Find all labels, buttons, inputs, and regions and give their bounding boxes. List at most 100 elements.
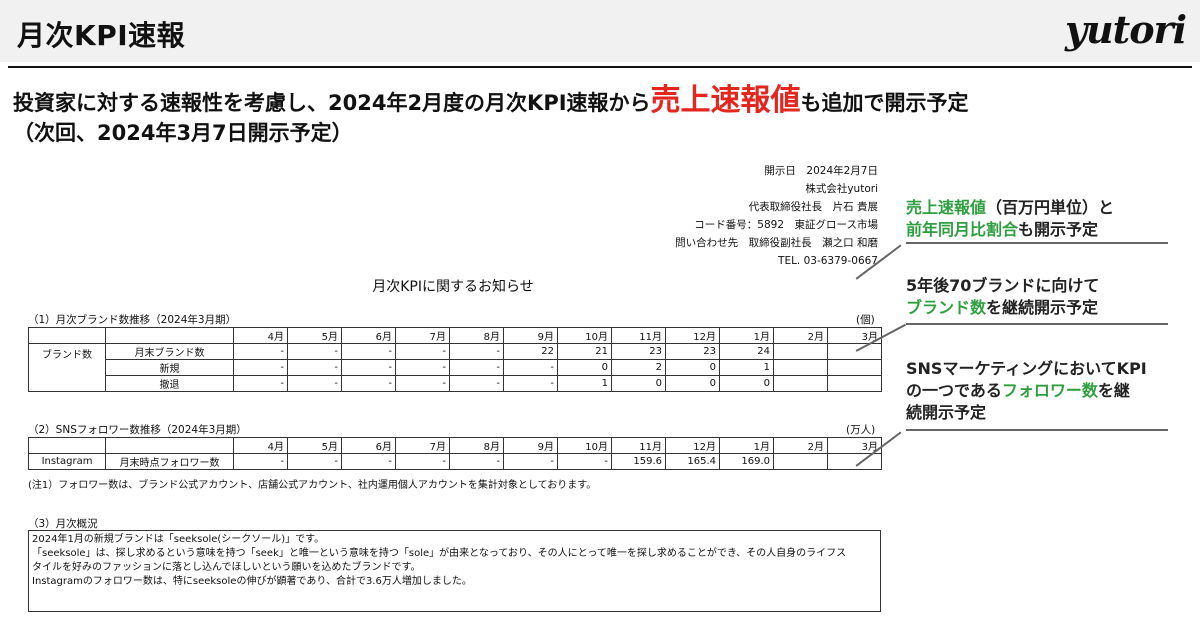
month-header: 6月 [341,327,396,344]
callout-text: SNSマーケティングにおいてKPI [906,359,1147,378]
callout-highlight: フォロワー数 [1001,381,1098,400]
value-cell: - [233,375,288,392]
value-cell: - [557,453,612,470]
brand-group-label: ブランド数 [28,343,106,392]
brand-header-row: 4月 5月 6月 7月 8月 9月 10月 11月 12月 1月 2月 3月 [28,327,882,344]
month-header: 1月 [719,437,774,454]
overview-line: Instagramのフォロワー数は、特にseeksoleの伸びが顕著であり、合計… [32,576,472,587]
value-cell: 1 [719,359,774,376]
header-divider [8,66,1192,68]
value-cell: 0 [665,359,720,376]
value-cell: - [449,359,504,376]
callout-divider [906,429,1168,431]
page-title: 月次KPI速報 [17,19,186,52]
value-cell: - [287,453,342,470]
value-cell [827,359,882,376]
row-label: 撤退 [105,375,234,392]
month-header: 1月 [719,327,774,344]
value-cell: - [449,453,504,470]
value-cell: - [233,343,288,360]
month-header: 11月 [611,327,666,344]
overview-box: 2024年1月の新規ブランドは「seeksole(シークソール)」です。 「se… [28,530,881,612]
table-row: 撤退 - - - - - - 1 0 0 0 [29,375,882,392]
value-cell: 2 [611,359,666,376]
headline-part1: 投資家に対する速報性を考慮し、2024年2月度の月次KPI速報から [13,91,651,115]
kpi-document: 開示日 2024年2月7日 株式会社yutori 代表取締役社長 片石 貴展 コ… [18,150,888,620]
brand-section-label: （1）月次ブランド数推移（2024年3月期） [28,314,237,326]
month-header: 5月 [287,327,342,344]
value-cell: - [395,343,450,360]
value-cell: 23 [665,343,720,360]
value-cell: 0 [719,375,774,392]
month-header: 5月 [287,437,342,454]
callout-text: を継続開示予定 [986,298,1099,317]
month-header: 4月 [233,327,288,344]
value-cell [827,453,882,470]
value-cell: 0 [611,375,666,392]
value-cell: - [341,375,396,392]
month-header: 12月 [665,327,720,344]
sns-header-row: 4月 5月 6月 7月 8月 9月 10月 11月 12月 1月 2月 3月 [28,437,882,454]
value-cell: 21 [557,343,612,360]
blank-cell [28,327,106,344]
headline: 投資家に対する速報性を考慮し、2024年2月度の月次KPI速報から売上速報値も追… [13,86,1193,118]
callout-text: を継 [1097,381,1130,400]
value-cell: 1 [557,375,612,392]
headline-highlight: 売上速報値 [650,83,801,118]
overview-section-label: （3）月次概況 [28,518,98,530]
value-cell: - [449,375,504,392]
month-header: 9月 [503,327,558,344]
info-line: 代表取締役社長 片石 貴展 [748,201,878,213]
value-cell: - [503,359,558,376]
value-cell: - [395,453,450,470]
value-cell: - [287,359,342,376]
month-header: 11月 [611,437,666,454]
callout-text: 続開示予定 [906,403,987,422]
month-header: 12月 [665,437,720,454]
table-row: Instagram 月末時点フォロワー数 - - - - - - - 159.6… [28,453,882,470]
info-line: 開示日 2024年2月7日 [764,165,878,177]
blank-cell [105,437,234,454]
callout-sales: 売上速報値（百万円単位）と 前年同月比割合も開示予定 [906,197,1114,241]
sns-follower-table: 4月 5月 6月 7月 8月 9月 10月 11月 12月 1月 2月 3月 I… [28,437,882,470]
value-cell: 159.6 [611,453,666,470]
value-cell: 24 [719,343,774,360]
month-header: 10月 [557,437,612,454]
value-cell [773,453,828,470]
blank-cell [105,327,234,344]
value-cell: - [233,453,288,470]
month-header: 4月 [233,437,288,454]
headline-part2: も追加で開示予定 [800,91,969,115]
info-line: 問い合わせ先 取締役副社長 瀬之口 和磨 [675,237,878,249]
callout-text: も開示予定 [1018,220,1099,239]
disclosure-info: 開示日 2024年2月7日 株式会社yutori 代表取締役社長 片石 貴展 コ… [675,162,878,270]
callout-divider [906,242,1168,244]
value-cell: - [395,359,450,376]
callout-text: （百万円単位）と [986,198,1115,217]
table-row: 新規 - - - - - - 0 2 0 1 [29,359,882,376]
value-cell: - [341,359,396,376]
value-cell: - [395,375,450,392]
month-header: 8月 [449,327,504,344]
headline-line2: （次回、2024年3月7日開示予定） [13,121,353,145]
value-cell: 0 [665,375,720,392]
value-cell: 22 [503,343,558,360]
month-header: 6月 [341,437,396,454]
value-cell: 0 [557,359,612,376]
sns-unit: (万人) [846,424,876,436]
row-label: 月末ブランド数 [105,343,234,360]
month-header: 2月 [773,437,828,454]
value-cell [827,343,882,360]
overview-line: 2024年1月の新規ブランドは「seeksole(シークソール)」です。 [32,534,325,545]
follower-note: (注1）フォロワー数は、ブランド公式アカウント、店舗公式アカウント、社内運用個人… [28,480,597,491]
yutori-logo: yutori [1064,7,1187,52]
month-header: 7月 [395,327,450,344]
callout-brands: 5年後70ブランドに向けて ブランド数を継続開示予定 [906,275,1099,319]
row-label: 月末時点フォロワー数 [105,453,234,470]
month-header: 8月 [449,437,504,454]
value-cell [773,359,828,376]
month-header: 10月 [557,327,612,344]
value-cell: 23 [611,343,666,360]
value-cell: 169.0 [719,453,774,470]
value-cell: - [503,453,558,470]
